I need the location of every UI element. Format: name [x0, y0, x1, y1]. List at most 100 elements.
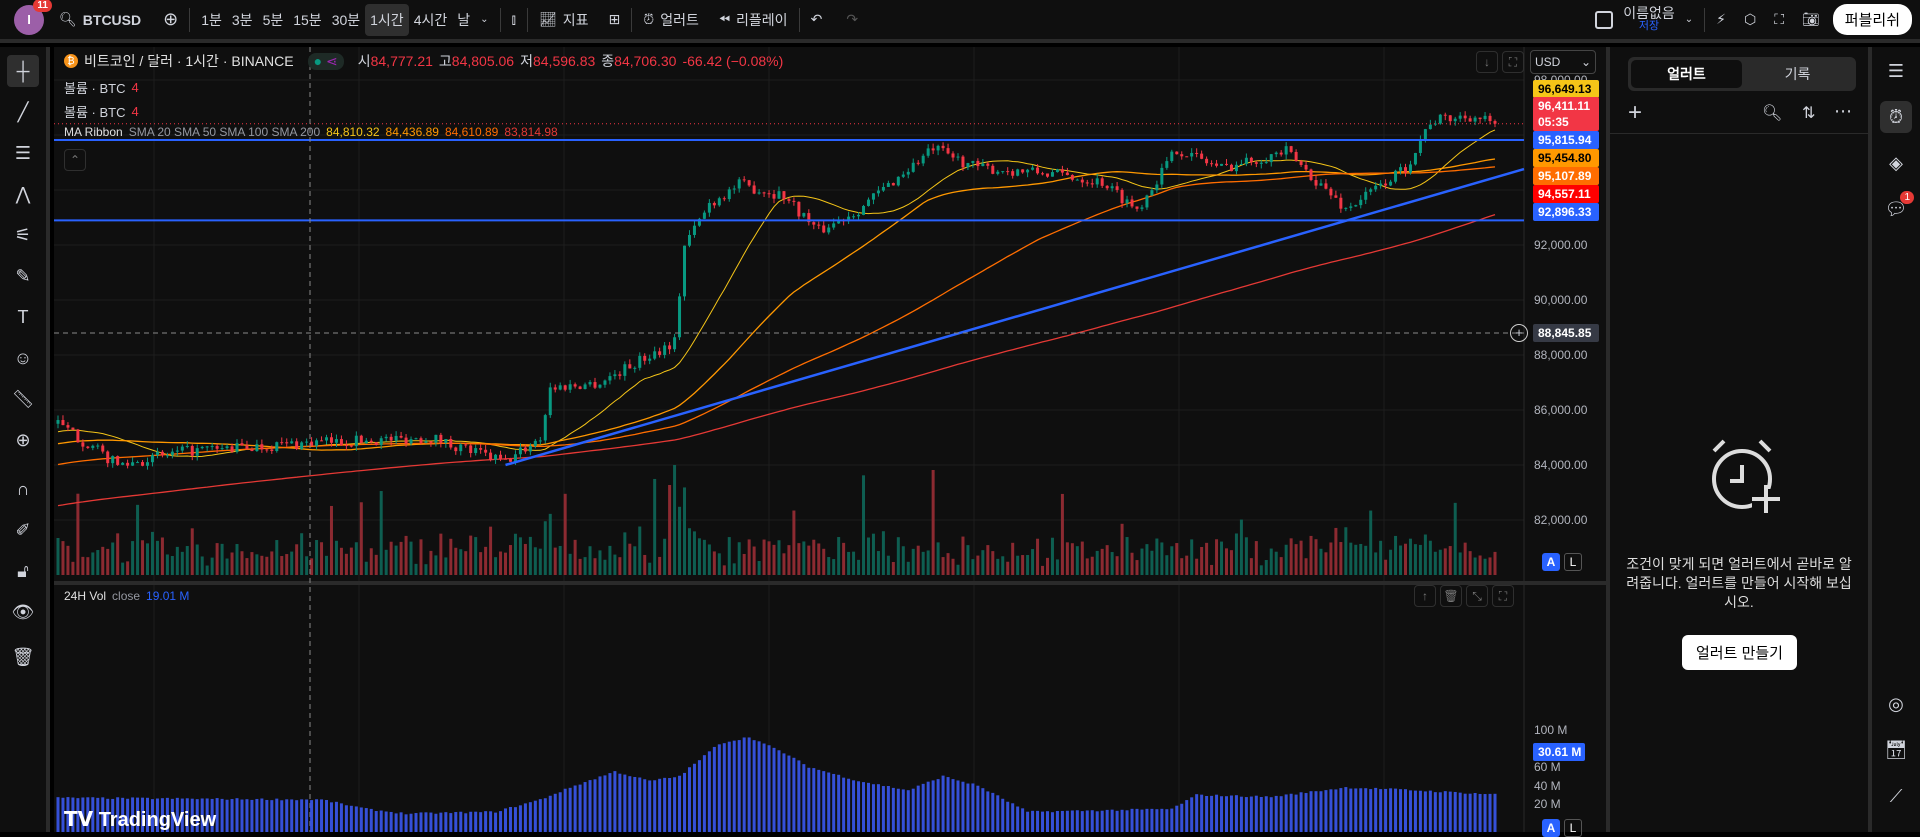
volume-bar [220, 543, 224, 575]
more-icon[interactable]: ⋯ [1834, 101, 1852, 122]
tab-alerts[interactable]: 얼러트 [1631, 60, 1742, 88]
replay-button[interactable]: ⏪︎ 리플레이 [714, 4, 793, 36]
candle-body [1269, 154, 1273, 163]
auto-scale-button-2[interactable]: A [1542, 819, 1560, 837]
vol24-bar [1359, 788, 1363, 832]
search-icon[interactable]: 🔍︎ [1762, 103, 1782, 123]
volume-bar [976, 555, 980, 575]
interval-4h[interactable]: 4시간 [409, 4, 453, 36]
chart-canvas[interactable] [54, 47, 1606, 832]
candle-body [409, 439, 413, 444]
candle-type-icon[interactable]: ⫾ [507, 5, 521, 34]
layers-icon[interactable]: ◈ [1880, 147, 1912, 179]
redo-icon[interactable]: ↷ [841, 5, 863, 34]
log-scale-button-2[interactable]: L [1564, 819, 1582, 837]
calendar-icon[interactable]: 📅︎ [1880, 734, 1912, 766]
alert-button[interactable]: ⏰︎ 얼러트 [638, 4, 704, 36]
candle-body [797, 201, 801, 217]
candle-body [772, 194, 776, 199]
add-alert-icon[interactable]: + [1628, 99, 1642, 127]
camera-icon[interactable]: 📷︎ [1797, 5, 1825, 34]
pane-move-up-button[interactable]: ↑ [1414, 585, 1436, 607]
collapse-legend-button[interactable]: ⌃ [64, 149, 86, 171]
fullscreen-icon[interactable]: ⛶ [1769, 5, 1789, 34]
interval-1d[interactable]: 날 [452, 4, 475, 36]
interval-1h[interactable]: 1시간 [365, 3, 409, 36]
brush-icon[interactable]: ✎ [7, 260, 39, 292]
fib-retracement-icon[interactable]: ☰ [7, 137, 39, 169]
indicators-button[interactable]: 📈︎ 지표 [534, 4, 594, 36]
compare-symbol-button[interactable]: ⊕ [158, 3, 183, 36]
layout-checkbox[interactable] [1590, 5, 1618, 35]
scroll-down-button[interactable]: ↓ [1476, 51, 1498, 73]
trash-icon[interactable]: 🗑︎ [7, 641, 39, 673]
chat-icon[interactable]: 💬︎ 1 [1880, 191, 1914, 225]
symbol-search-button[interactable]: 🔍︎ BTCUSD [54, 5, 146, 34]
undo-icon[interactable]: ↶ [806, 5, 828, 34]
lock-drawing-icon[interactable]: ✐ [7, 514, 39, 546]
magnet-icon[interactable]: ∩ [7, 473, 39, 505]
ruler-icon[interactable]: 📏︎ [7, 383, 39, 415]
candle-body [782, 191, 786, 200]
forecast-icon[interactable]: ⚟ [7, 219, 39, 251]
target-icon[interactable]: ◎ [1880, 688, 1912, 720]
interval-3m[interactable]: 3분 [227, 4, 258, 36]
settings-icon[interactable]: ⬡ [1739, 5, 1761, 34]
crosshair-icon[interactable]: ┼ [7, 55, 39, 87]
pane-collapse-button[interactable]: ⤡ [1466, 585, 1488, 607]
interval-30m[interactable]: 30분 [327, 4, 365, 36]
layout-name-button[interactable]: 이름없음 저장 [1618, 1, 1680, 39]
interval-15m[interactable]: 15분 [288, 4, 326, 36]
chart-pattern-icon[interactable]: ⟋ [1880, 780, 1912, 812]
candle-body [687, 234, 691, 246]
vol24-bar [235, 798, 239, 832]
volume-bar [1249, 558, 1253, 575]
add-alert-plus-icon[interactable]: + [1510, 324, 1528, 342]
trend-line-icon[interactable]: ╱ [7, 96, 39, 128]
vol24-bar [220, 798, 224, 832]
vol24-bar [658, 778, 662, 832]
chevron-down-icon[interactable]: ⌄ [1680, 8, 1698, 31]
publish-button[interactable]: 퍼블리쉬 [1832, 4, 1912, 35]
create-alert-button[interactable]: 얼러트 만들기 [1682, 635, 1797, 670]
vol24-bar [523, 803, 527, 832]
chart-area[interactable]: ₿ 비트코인 / 달러 · 1시간 · BINANCE ● ⋖ 시 84,777.… [54, 47, 1606, 837]
interval-1m[interactable]: 1분 [196, 4, 227, 36]
currency-select[interactable]: USD ⌄ [1530, 50, 1596, 74]
watchlist-icon[interactable]: ☰ [1880, 55, 1912, 87]
chevron-down-icon: ⌄ [1580, 55, 1591, 69]
tradingview-logo[interactable]: 𝗧𝗩 TradingView [64, 807, 216, 832]
user-avatar[interactable]: I 11 [14, 0, 52, 35]
volume-bar [1016, 555, 1020, 575]
zoom-in-icon[interactable]: ⊕ [7, 424, 39, 456]
tab-history[interactable]: 기록 [1742, 60, 1853, 88]
price-tick-label: 88,000.00 [1534, 348, 1588, 362]
eye-icon[interactable]: 👁︎ [7, 596, 39, 628]
auto-scale-button[interactable]: A [1542, 553, 1560, 571]
maximize-pane-button[interactable]: ⛶ [1502, 51, 1524, 73]
vol24-bar [394, 813, 398, 832]
volume-bar [384, 549, 388, 575]
layout-grid-icon[interactable]: ⊞ [604, 5, 626, 34]
vol24-bar [1259, 796, 1263, 832]
status-pill[interactable]: ● ⋖ [307, 52, 344, 70]
alerts-clock-icon[interactable]: ⏰︎ [1880, 101, 1912, 133]
lock-icon[interactable]: 🔓︎ [7, 555, 39, 587]
text-icon[interactable]: T [7, 301, 39, 333]
chevron-down-icon[interactable]: ⌄ [475, 8, 493, 31]
log-scale-button[interactable]: L [1564, 553, 1582, 571]
pane-delete-button[interactable]: 🗑︎ [1440, 585, 1462, 607]
vol24-bar [1130, 808, 1134, 832]
quick-search-icon[interactable]: ⚡︎ [1711, 5, 1731, 34]
sort-icon[interactable]: ⇅ [1802, 103, 1815, 123]
alerts-empty-text: 조건이 맞게 되면 얼러트에서 곧바로 알려줍니다. 얼러트를 만들어 시작해 … [1626, 556, 1852, 610]
vol24-bar [290, 799, 294, 832]
pane-maximize-button[interactable]: ⛶ [1492, 585, 1514, 607]
candle-body [727, 189, 731, 200]
vol24-bar [339, 803, 343, 832]
interval-5m[interactable]: 5분 [258, 4, 289, 36]
pattern-icon[interactable]: ⋀ [7, 178, 39, 210]
candle-body [956, 156, 960, 158]
vol24-bar [782, 753, 786, 832]
emoji-icon[interactable]: ☺ [7, 342, 39, 374]
